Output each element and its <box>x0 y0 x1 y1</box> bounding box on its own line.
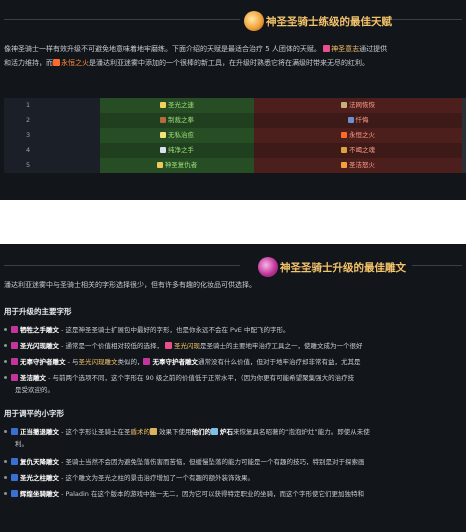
long-arm-of-law-icon <box>341 102 347 108</box>
glyph-link[interactable]: 辉煌坐骑雕文 <box>20 490 59 498</box>
glyphs-panel: 神圣圣骑士升级的最佳雕文 潘达利亚迷雾中与圣骑士相关的字形选择很少，但有许多有趣… <box>0 244 466 532</box>
talent-left-cell[interactable]: 无私治愈 <box>100 128 254 143</box>
glyph-icon <box>11 326 18 333</box>
table-row: 5 神圣复仇者 圣洁怒火 <box>4 158 466 173</box>
talent-right-cell[interactable]: 法网恢恢 <box>254 98 462 113</box>
sanctified-wrath-icon <box>341 162 347 168</box>
talents-title: 神圣圣骑士练级的最佳天赋 <box>266 16 392 28</box>
glyph-icon <box>11 358 18 365</box>
eternal-flame-link[interactable]: 永恒之火 <box>61 59 89 67</box>
talent-right-cell[interactable]: 不竭之魂 <box>254 143 462 158</box>
table-row: 1 圣光之速 法网恢恢 <box>4 98 466 113</box>
spell-icon <box>149 428 157 435</box>
talent-right-cell[interactable]: 忏悔 <box>254 113 462 128</box>
table-row: 3 无私治愈 永恒之火 <box>4 128 466 143</box>
tier-label: 5 <box>4 158 100 173</box>
header-rule-right <box>392 19 462 20</box>
glyph-link[interactable]: 圣光之柱雕文 <box>20 474 59 482</box>
divine-purpose-icon <box>323 45 331 52</box>
glyph-icon <box>11 342 18 349</box>
speed-of-light-icon <box>160 102 166 108</box>
glyph-link[interactable]: 牺牲之手雕文 <box>20 326 59 334</box>
eternal-flame-icon <box>53 59 60 66</box>
table-row: 4 纯净之手 不竭之魂 <box>4 143 466 158</box>
glyph-link[interactable]: 复仇天降雕文 <box>20 458 59 466</box>
eternal-flame-talent-icon <box>341 132 347 138</box>
talent-left-cell[interactable]: 制裁之拳 <box>100 113 254 128</box>
glyph-icon <box>143 358 151 365</box>
tier-label: 2 <box>4 113 100 128</box>
fist-of-justice-icon <box>160 117 166 123</box>
glyphs-header: 神圣圣骑士升级的最佳雕文 <box>0 252 466 278</box>
talent-left-cell[interactable]: 圣光之速 <box>100 98 254 113</box>
repentance-icon <box>347 117 354 123</box>
glyph-link[interactable]: 圣光闪现雕文 <box>78 358 117 366</box>
list-item: 复仇天降雕文 - 圣骑士当然不会因为避免坠落伤害而苦恼，但缓慢坠落的能力可能是一… <box>4 456 466 468</box>
minor-glyphs-heading: 用于调平的小字形 <box>4 409 64 418</box>
glyph-emblem-icon <box>258 257 278 277</box>
hand-of-purity-icon <box>160 147 166 153</box>
talent-left-cell[interactable]: 纯净之手 <box>100 143 254 158</box>
talent-right-cell[interactable]: 圣洁怒火 <box>254 158 462 173</box>
glyph-icon <box>11 428 18 435</box>
talents-intro-line-1: 像神圣骑士一样有效升级不可避免地意味着地牢磨练。下面介绍的天赋是最适合治疗 5 … <box>4 45 388 53</box>
list-item: 圣光闪现雕文 - 通常是一个价值相对较低的选择， 圣光闪现是圣骑士的主要地牢治疗工… <box>4 340 466 352</box>
unbreakable-spirit-icon <box>341 147 347 153</box>
talents-intro-line-2: 和活力维持，而 永恒之火是潘达利亚迷雾中添加的一个很棒的新工具，在升级时熟悉它将在… <box>4 59 369 67</box>
list-item-continuation: 利。 <box>15 440 28 448</box>
item-link[interactable]: 炉石 <box>220 428 233 436</box>
list-item: 辉煌坐骑雕文 - Paladin 在这个版本的游戏中独一无二，因为它可以获得特定… <box>4 488 466 500</box>
divine-purpose-link[interactable]: 神圣意志 <box>331 45 359 53</box>
glyph-icon <box>11 490 18 497</box>
header-rule-right <box>412 265 462 266</box>
glyph-link[interactable]: 无辜守护者雕文 <box>20 358 66 366</box>
selfless-healer-icon <box>160 132 166 138</box>
header-rule-left <box>4 19 240 20</box>
list-item: 圣洁雕文 - 与前两个选项不同，这个字形在 90 级之前的价值低于正常水平，（因… <box>4 372 466 384</box>
paladin-emblem-icon <box>244 11 264 31</box>
list-item: 牺牲之手雕文 - 这是神圣圣骑士扩展包中最好的字形，也是你永远不会在 PvE 中… <box>4 324 466 336</box>
glyph-link[interactable]: 无辜守护者雕文 <box>152 358 198 366</box>
glyph-icon <box>11 474 18 481</box>
glyph-link[interactable]: 正当撤退雕文 <box>20 428 59 436</box>
list-item: 圣光之柱雕文 - 这个雕文为圣光之柱的景击治疗增加了一个有趣的额外装饰效果。 <box>4 472 466 484</box>
spell-icon <box>164 342 172 349</box>
glyphs-title: 神圣圣骑士升级的最佳雕文 <box>280 262 406 274</box>
glyph-icon <box>11 458 18 465</box>
glyph-link[interactable]: 圣洁雕文 <box>20 374 46 382</box>
list-item-continuation: 是受欢迎的。 <box>15 386 54 394</box>
tier-label: 3 <box>4 128 100 143</box>
list-item: 无辜守护者雕文 - 与圣光闪现雕文类似的， 无辜守护者雕文通常没有什么价值，但对于… <box>4 356 466 368</box>
table-row: 2 制裁之拳 忏悔 <box>4 113 466 128</box>
glyph-icon <box>11 374 18 381</box>
list-item: 正当撤退雕文 - 这个字形让圣骑士在圣盾术的 效果下使用他们的 炉石来恢复具名昭著的… <box>4 426 466 438</box>
talent-left-cell[interactable]: 神圣复仇者 <box>100 158 254 173</box>
header-rule-left <box>4 265 240 266</box>
holy-avenger-icon <box>156 162 163 168</box>
talent-right-cell[interactable]: 永恒之火 <box>254 128 462 143</box>
hearthstone-icon <box>210 428 218 435</box>
tier-label: 4 <box>4 143 100 158</box>
talents-panel: 神圣圣骑士练级的最佳天赋 像神圣骑士一样有效升级不可避免地意味着地牢磨练。下面介… <box>0 0 466 200</box>
spell-link[interactable]: 圣光闪现 <box>174 342 200 350</box>
glyph-link[interactable]: 圣光闪现雕文 <box>20 342 59 350</box>
spell-link[interactable]: 盾术的 <box>130 428 150 436</box>
major-glyphs-heading: 用于升级的主要字形 <box>4 307 72 316</box>
tier-label: 1 <box>4 98 100 113</box>
glyphs-intro: 潘达利亚迷雾中与圣骑士相关的字形选择很少，但有许多有趣的化妆品可供选择。 <box>4 281 256 289</box>
talents-header: 神圣圣骑士练级的最佳天赋 <box>0 6 466 32</box>
